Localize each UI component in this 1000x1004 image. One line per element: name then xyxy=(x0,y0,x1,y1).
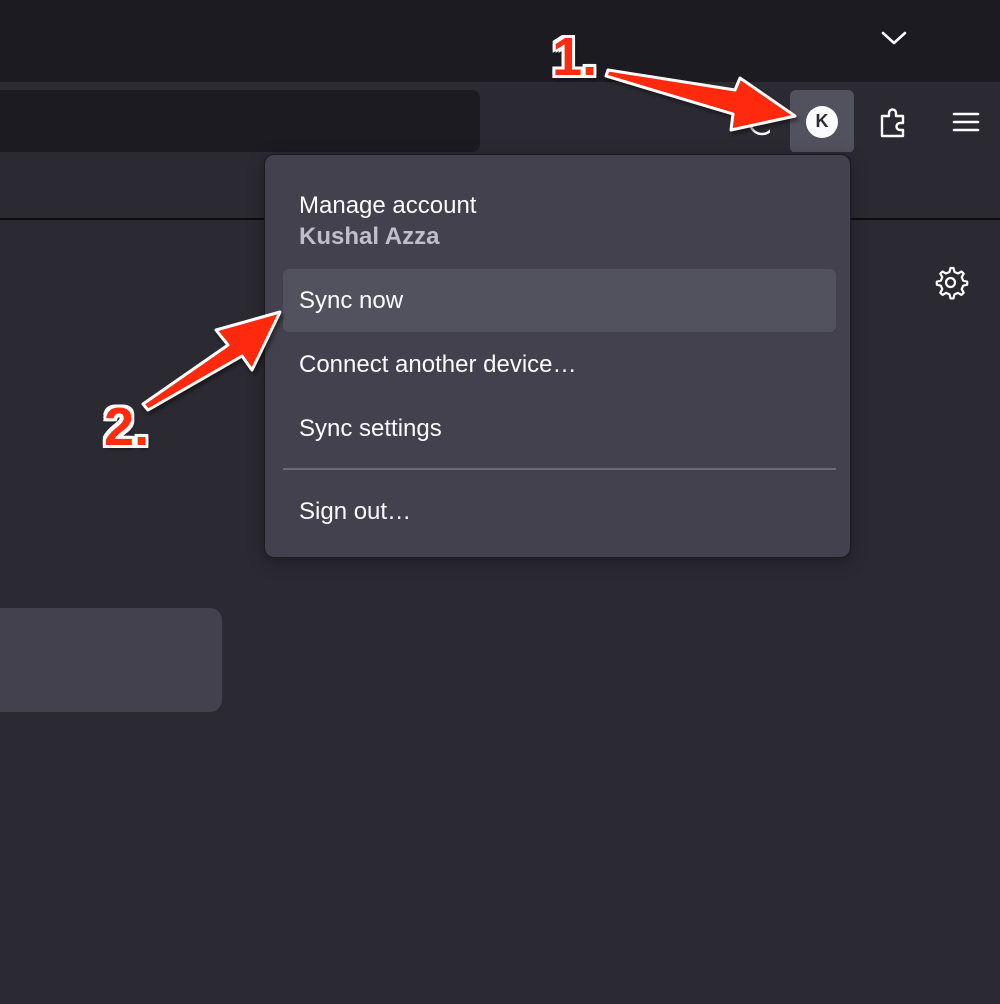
gear-icon xyxy=(935,266,969,300)
annotation-step-2: 2. xyxy=(104,397,150,457)
history-button[interactable] xyxy=(718,90,782,153)
hamburger-menu-icon xyxy=(952,112,980,131)
settings-button[interactable] xyxy=(926,258,978,306)
navigation-toolbar: K xyxy=(0,82,1000,153)
extensions-puzzle-icon xyxy=(880,107,905,137)
sync-now-label: Sync now xyxy=(299,286,404,314)
account-name: Kushal Azza xyxy=(299,223,440,250)
chevron-down-icon xyxy=(881,31,907,45)
extensions-button[interactable] xyxy=(862,90,926,153)
sign-out-label: Sign out… xyxy=(299,497,412,525)
app-menu-button[interactable] xyxy=(934,90,998,153)
connect-device-label: Connect another device… xyxy=(299,350,577,378)
sign-out-item[interactable]: Sign out… xyxy=(283,480,836,543)
avatar-letter: K xyxy=(815,111,829,131)
sync-now-item[interactable]: Sync now xyxy=(283,269,836,332)
clock-icon xyxy=(748,108,770,135)
account-button[interactable]: K xyxy=(790,90,854,153)
account-menu-panel: Manage account Kushal Azza Sync now Conn… xyxy=(264,154,851,558)
tab-strip xyxy=(0,0,1000,82)
menu-separator xyxy=(283,468,836,470)
connect-device-item[interactable]: Connect another device… xyxy=(283,333,836,396)
manage-account-label: Manage account xyxy=(299,192,477,219)
sync-settings-label: Sync settings xyxy=(299,414,442,442)
avatar-icon: K xyxy=(806,105,838,138)
annotation-step-1: 1. xyxy=(552,27,598,87)
url-bar[interactable] xyxy=(0,90,480,152)
content-card[interactable] xyxy=(0,608,222,712)
list-all-tabs-button[interactable] xyxy=(872,18,916,58)
manage-account-item[interactable]: Manage account Kushal Azza xyxy=(283,183,836,259)
sync-settings-item[interactable]: Sync settings xyxy=(283,397,836,460)
